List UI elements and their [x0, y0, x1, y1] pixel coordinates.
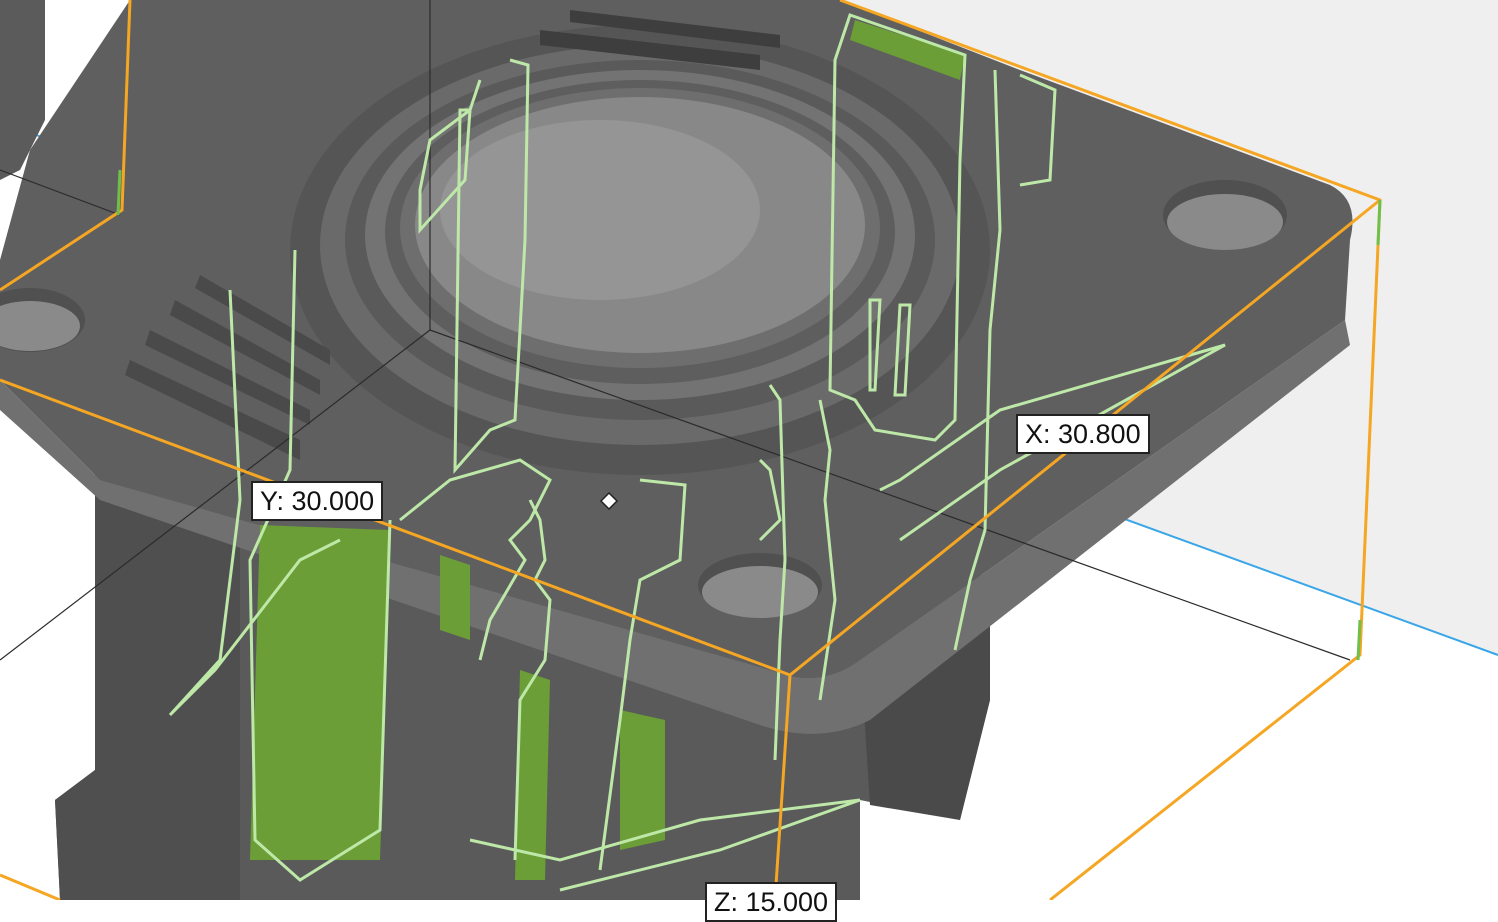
viewport-canvas[interactable]: [0, 0, 1498, 902]
mounting-hole-right-wall: [1167, 194, 1283, 250]
boss-bore-highlight: [440, 120, 760, 300]
3d-viewport[interactable]: X: 30.800 Y: 30.000 Z: 15.000: [0, 0, 1498, 922]
dimension-x-label[interactable]: X: 30.800: [1016, 414, 1150, 454]
dimension-y-label[interactable]: Y: 30.000: [251, 481, 384, 521]
dimension-z-label[interactable]: Z: 15.000: [705, 882, 838, 922]
mounting-hole-front-wall: [702, 566, 818, 618]
